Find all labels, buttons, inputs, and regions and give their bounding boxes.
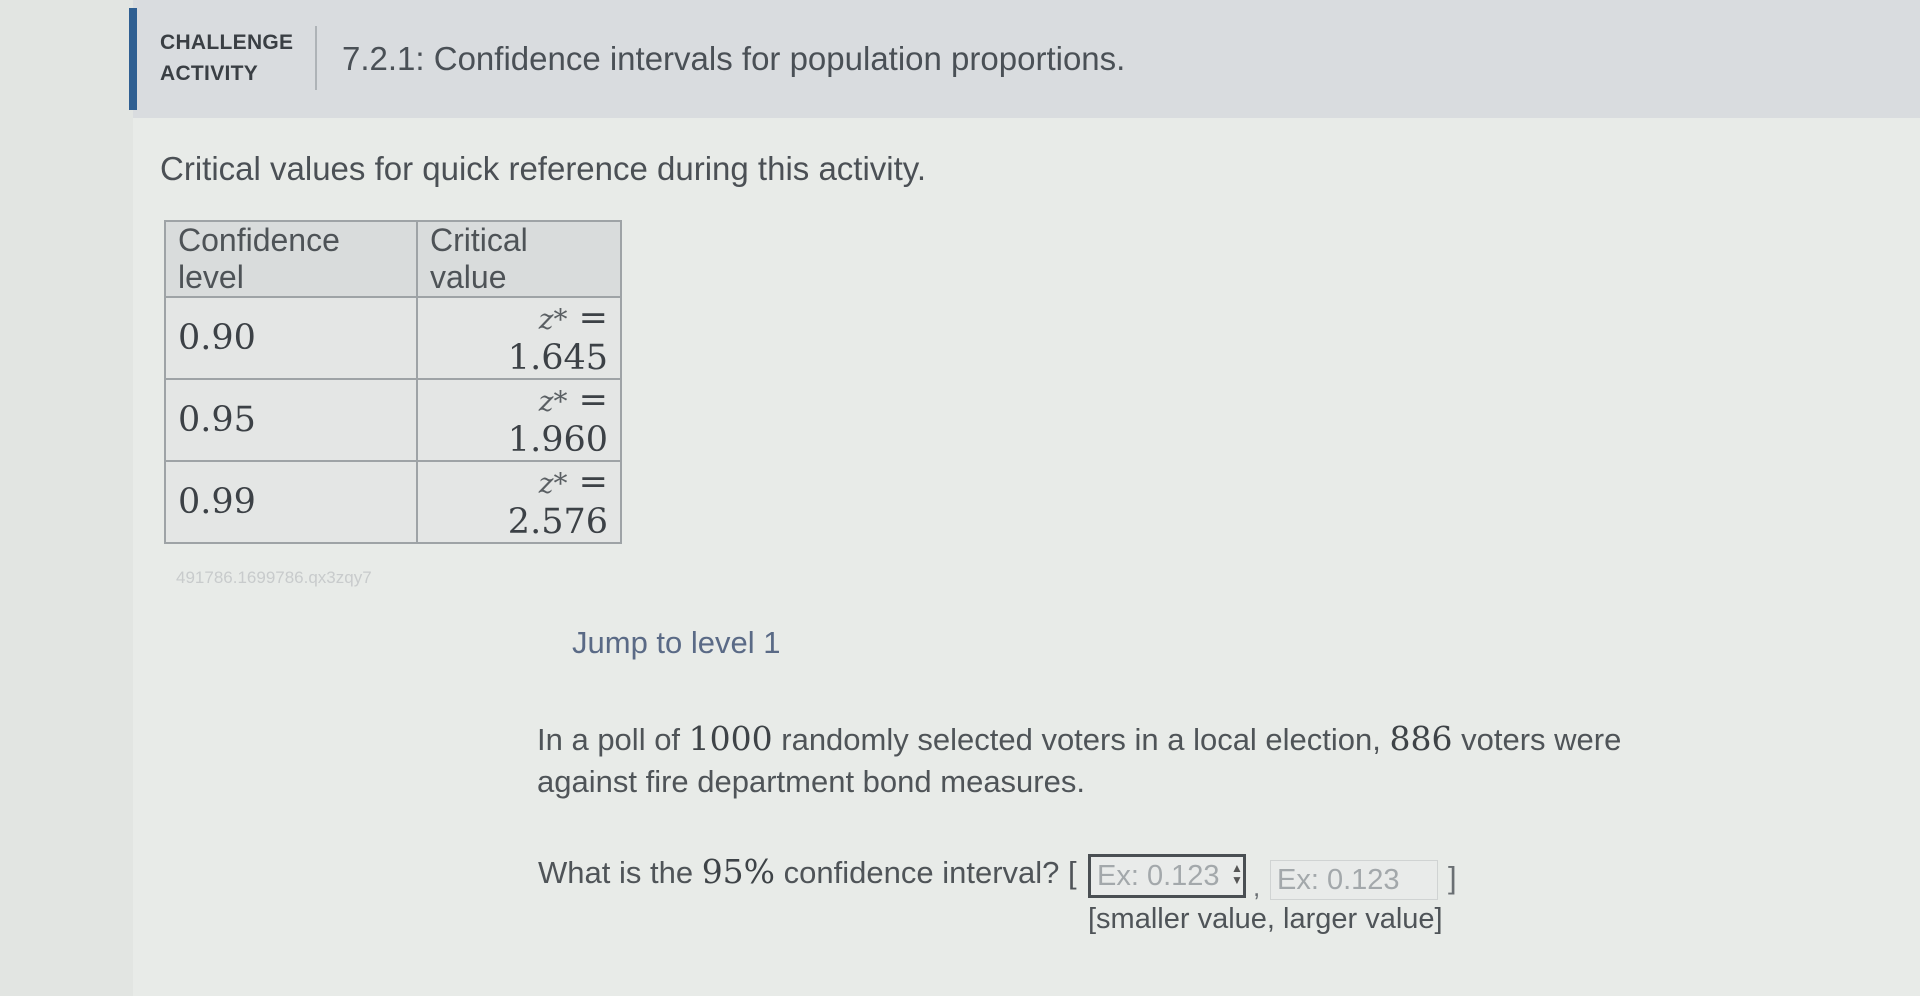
upper-bound-input[interactable] — [1270, 860, 1438, 900]
z-star-symbol: z* — [538, 467, 568, 500]
activity-id: 491786.1699786.qx3zqy7 — [176, 568, 372, 587]
table-row: 0.95 z* = 1.960 — [164, 378, 622, 462]
z-star-symbol: z* — [538, 303, 568, 336]
left-gutter — [0, 0, 133, 996]
challenge-activity-badge: CHALLENGE ACTIVITY — [160, 27, 310, 89]
badge-line-1: CHALLENGE — [160, 31, 294, 54]
answer-format-hint: [smaller value, larger value] — [1088, 903, 1443, 935]
sample-size: 1000 — [688, 719, 773, 758]
success-count: 886 — [1389, 719, 1453, 758]
badge-line-2: ACTIVITY — [160, 62, 259, 85]
problem-text: randomly selected voters in a local elec… — [772, 722, 1390, 757]
critical-value-cell: z* = 1.960 — [416, 378, 622, 462]
header-divider — [315, 26, 317, 90]
confidence-percent: 95% — [701, 852, 776, 891]
intro-text: Critical values for quick reference duri… — [160, 150, 927, 187]
question-text: What is the — [538, 855, 702, 890]
table-row: 0.90 z* = 1.645 — [164, 296, 622, 380]
problem-statement: In a poll of 1000 randomly selected vote… — [537, 718, 1667, 803]
header-accent-bar — [129, 8, 137, 110]
critical-value-cell: z* = 2.576 — [416, 460, 622, 544]
lower-bound-input[interactable] — [1088, 854, 1246, 898]
spinner-arrows-icon[interactable]: ▲ ▼ — [1231, 862, 1243, 886]
problem-text: In a poll of — [537, 722, 689, 757]
close-bracket: ] — [1448, 860, 1457, 895]
confidence-level-cell: 0.90 — [164, 296, 418, 380]
activity-title: 7.2.1: Confidence intervals for populati… — [342, 40, 1126, 77]
column-header-confidence-level: Confidence level — [164, 220, 418, 298]
table-header-row: Confidence level Critical value — [164, 220, 622, 298]
interval-comma: , — [1253, 872, 1261, 902]
confidence-level-cell: 0.99 — [164, 460, 418, 544]
confidence-level-cell: 0.95 — [164, 378, 418, 462]
table-row: 0.99 z* = 2.576 — [164, 460, 622, 544]
question-prompt: What is the 95% confidence interval? [ — [538, 852, 1077, 891]
critical-value-cell: z* = 1.645 — [416, 296, 622, 380]
z-star-symbol: z* — [538, 385, 568, 418]
column-header-critical-value: Critical value — [416, 220, 622, 298]
question-text: confidence interval? [ — [775, 855, 1077, 890]
jump-to-level-link[interactable]: Jump to level 1 — [572, 625, 781, 661]
critical-values-table: Confidence level Critical value 0.90 z* … — [164, 220, 622, 544]
